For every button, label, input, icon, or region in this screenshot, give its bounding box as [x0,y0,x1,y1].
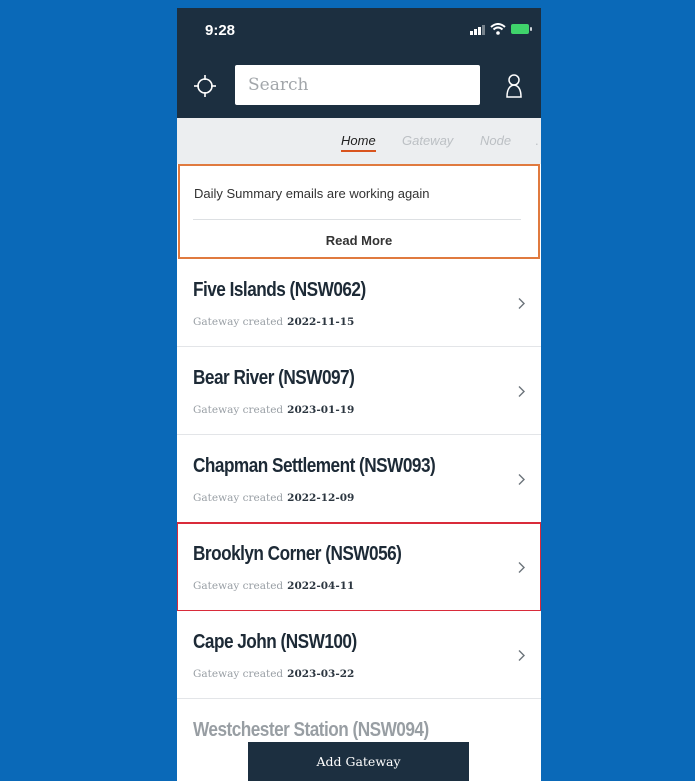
gateway-row[interactable]: Five Islands (NSW062) Gateway created 202… [177,259,541,347]
phone-screen: 9:28 Home Gateway Node . Daily Summary e… [177,8,541,781]
gateway-meta-label: Gateway created [193,404,284,416]
crosshair-icon[interactable] [191,72,219,100]
gateway-meta-label: Gateway created [193,492,284,504]
gateway-row[interactable]: Chapman Settlement (NSW093) Gateway crea… [177,435,541,523]
gateway-meta: Gateway created 2023-01-19 [193,404,354,416]
gateway-row[interactable]: Cape John (NSW100) Gateway created 2023-0… [177,611,541,699]
tab-bar: Home Gateway Node . [177,118,541,164]
gateway-row-highlighted[interactable]: Brooklyn Corner (NSW056) Gateway created… [177,522,541,612]
divider [193,219,521,220]
app-header [177,54,541,118]
notice-text: Daily Summary emails are working again [194,186,430,201]
search-input[interactable] [235,65,480,105]
gateway-meta-label: Gateway created [193,316,284,328]
gateway-list: Five Islands (NSW062) Gateway created 202… [177,259,541,781]
chevron-right-icon [518,474,525,485]
gateway-name: Bear River (NSW097) [193,367,355,389]
gateway-meta: Gateway created 2023-03-22 [193,668,354,680]
wifi-icon [490,23,506,35]
add-gateway-button[interactable]: Add Gateway [248,742,469,781]
read-more-button[interactable]: Read More [180,233,538,248]
chevron-right-icon [518,650,525,661]
chevron-right-icon [518,298,525,309]
gateway-date: 2022-12-09 [287,492,355,504]
gateway-date: 2022-11-15 [287,316,355,328]
gateway-name: Five Islands (NSW062) [193,279,366,301]
tab-gateway[interactable]: Gateway [402,133,453,148]
user-icon[interactable] [502,72,526,100]
gateway-meta: Gateway created 2022-12-09 [193,492,354,504]
chevron-right-icon [518,562,525,573]
chevron-right-icon [518,386,525,397]
status-bar: 9:28 [177,8,541,54]
gateway-row[interactable]: Bear River (NSW097) Gateway created 2023-… [177,347,541,435]
notice-card: Daily Summary emails are working again R… [178,164,540,259]
gateway-name: Westchester Station (NSW094) [193,719,429,741]
gateway-meta-label: Gateway created [193,580,284,592]
tab-overflow-indicator: . [535,133,539,148]
status-time: 9:28 [205,22,236,39]
gateway-date: 2022-04-11 [287,580,355,592]
tab-node[interactable]: Node [480,133,511,148]
battery-icon [511,24,532,34]
gateway-name: Chapman Settlement (NSW093) [193,455,436,477]
signal-icon [470,24,485,35]
gateway-meta: Gateway created 2022-11-15 [193,316,354,328]
gateway-date: 2023-03-22 [287,668,355,680]
gateway-date: 2023-01-19 [287,404,355,416]
gateway-name: Brooklyn Corner (NSW056) [193,543,402,565]
gateway-meta-label: Gateway created [193,668,284,680]
status-icons [470,23,532,35]
search-box [235,65,480,105]
gateway-meta: Gateway created 2022-04-11 [193,580,354,592]
tab-home[interactable]: Home [341,133,376,152]
gateway-name: Cape John (NSW100) [193,631,357,653]
